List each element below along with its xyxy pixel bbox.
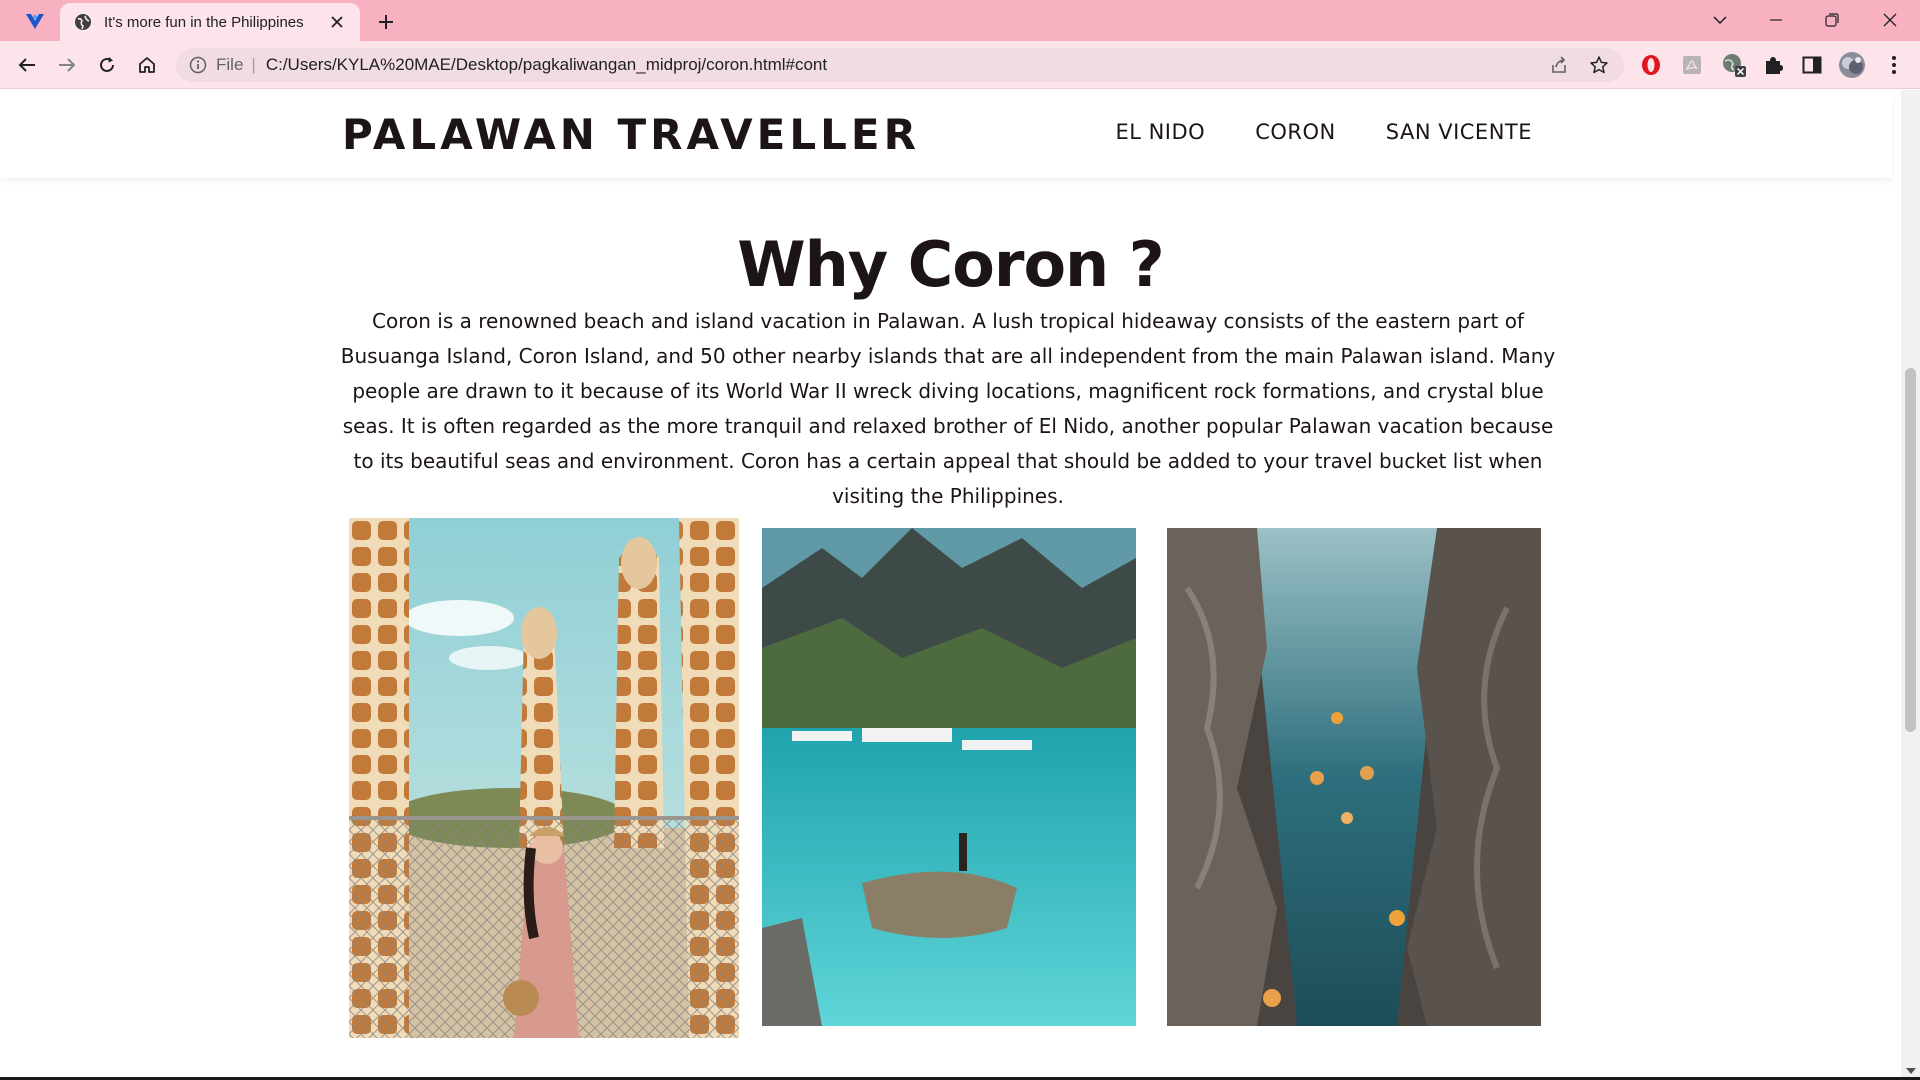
giraffe-photo (349, 518, 739, 1038)
restore-icon[interactable] (1812, 4, 1852, 36)
scrollbar-thumb[interactable] (1905, 368, 1916, 732)
forward-arrow-icon[interactable] (51, 49, 83, 81)
scroll-down-arrow-icon[interactable] (1906, 1068, 1916, 1074)
intro-paragraph: Coron is a renowned beach and island vac… (340, 309, 1556, 508)
star-icon[interactable] (1584, 50, 1614, 80)
reload-icon[interactable] (91, 49, 123, 81)
lagoon-photo (762, 528, 1136, 1026)
tab-title: It's more fun in the Philippines (104, 13, 304, 31)
chevron-down-icon[interactable] (1700, 4, 1740, 36)
close-icon[interactable] (326, 11, 348, 33)
close-window-icon[interactable] (1870, 4, 1910, 36)
avatar-icon[interactable] (1838, 51, 1866, 79)
nav-link-el-nido[interactable]: EL NIDO (1115, 120, 1205, 144)
pdf-icon[interactable] (1678, 51, 1706, 79)
info-icon[interactable] (188, 55, 208, 75)
side-panel-icon[interactable] (1798, 51, 1826, 79)
page-scrollbar[interactable] (1901, 90, 1920, 1080)
address-bar[interactable]: File | C:/Users/KYLA%20MAE/Desktop/pagka… (176, 48, 1624, 82)
url-separator: | (251, 55, 256, 74)
back-arrow-icon[interactable] (11, 49, 43, 81)
kebab-menu-icon[interactable] (1880, 51, 1908, 79)
page-viewport: PALAWAN TRAVELLER EL NIDO CORON SAN VICE… (0, 90, 1901, 1080)
url-text[interactable]: C:/Users/KYLA%20MAE/Desktop/pagkaliwanga… (266, 55, 1544, 75)
v-logo-icon[interactable] (20, 8, 50, 34)
home-icon[interactable] (131, 49, 163, 81)
minimize-icon[interactable] (1756, 4, 1796, 36)
site-brand[interactable]: PALAWAN TRAVELLER (342, 110, 920, 159)
tab-strip: It's more fun in the Philippines (0, 0, 1920, 41)
canyon-photo (1167, 528, 1541, 1026)
puzzle-icon[interactable] (1759, 51, 1787, 79)
share-icon[interactable] (1544, 50, 1574, 80)
site-nav: EL NIDO CORON SAN VICENTE (1115, 120, 1532, 144)
opera-icon[interactable] (1637, 51, 1665, 79)
nav-link-coron[interactable]: CORON (1255, 120, 1336, 144)
site-header: PALAWAN TRAVELLER EL NIDO CORON SAN VICE… (0, 90, 1892, 178)
url-scheme: File (216, 55, 244, 74)
globe-x-icon[interactable] (1720, 51, 1748, 79)
section-title: Why Coron ? (737, 228, 1164, 301)
browser-toolbar: File | C:/Users/KYLA%20MAE/Desktop/pagka… (0, 41, 1920, 89)
browser-tab[interactable]: It's more fun in the Philippines (60, 3, 360, 41)
nav-link-san-vicente[interactable]: SAN VICENTE (1386, 120, 1532, 144)
plus-icon[interactable] (372, 8, 400, 36)
globe-icon (74, 13, 92, 31)
